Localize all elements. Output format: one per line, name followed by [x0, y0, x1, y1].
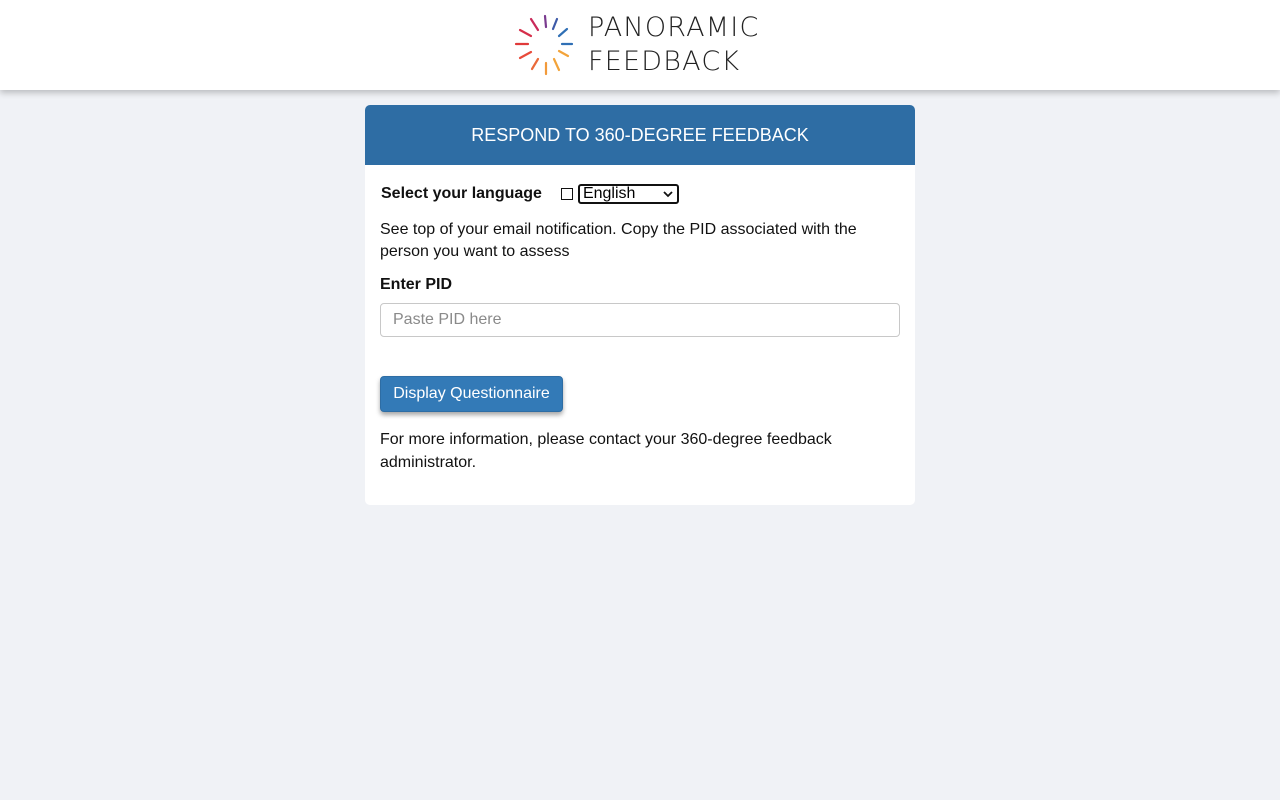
more-info-text: For more information, please contact you…: [380, 431, 832, 471]
language-label: Select your language: [381, 185, 542, 202]
language-row: Select your language English: [381, 183, 679, 205]
pid-instructions: See top of your email notification. Copy…: [380, 221, 857, 260]
top-bar: PANORAMIC FEEDBACK: [0, 0, 1280, 90]
chevron-down-icon: [663, 191, 673, 198]
language-selected-value: English: [582, 185, 636, 202]
globe-icon: [560, 188, 573, 200]
display-questionnaire-button[interactable]: Display Questionnaire: [380, 376, 563, 412]
card-title: RESPOND TO 360-DEGREE FEEDBACK: [365, 105, 915, 165]
pid-input[interactable]: [380, 303, 900, 337]
brand-name-line2: FEEDBACK: [588, 46, 741, 77]
sunburst-logo-icon: [514, 14, 574, 76]
brand-name-line1: PANORAMIC: [588, 12, 760, 43]
language-select[interactable]: English: [577, 184, 679, 204]
pid-label: Enter PID: [380, 276, 453, 293]
brand-logo[interactable]: PANORAMIC FEEDBACK: [514, 12, 774, 78]
respond-card: RESPOND TO 360-DEGREE FEEDBACK Select yo…: [365, 105, 915, 505]
